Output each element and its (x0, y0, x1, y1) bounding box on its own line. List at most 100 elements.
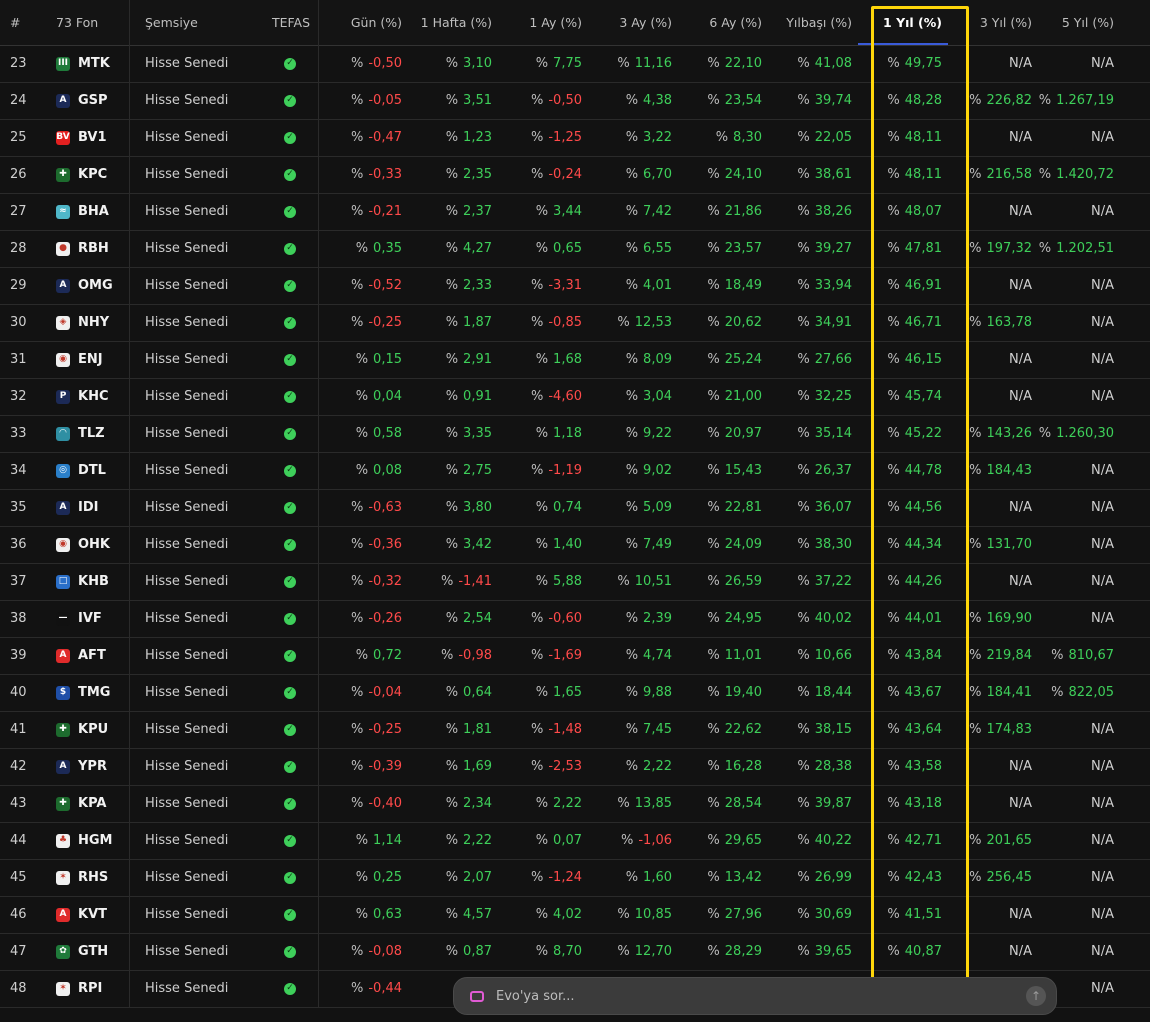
fund-code[interactable]: KHC (78, 389, 109, 404)
fund-code[interactable]: RHS (78, 870, 108, 885)
fund-cell[interactable]: ≈ BHA (56, 193, 128, 230)
fund-code[interactable]: MTK (78, 56, 110, 71)
fund-cell[interactable]: A KVT (56, 896, 128, 933)
table-row[interactable]: 25 BV BV1 Hisse Senedi ✓% -0,47% 1,23% -1,25% 3,… (0, 119, 1150, 157)
fund-code[interactable]: IVF (78, 611, 102, 626)
table-row[interactable]: 31 ◉ ENJ Hisse Senedi ✓% 0,15% 2,91% 1,68% 8,09%… (0, 341, 1150, 379)
table-row[interactable]: 29 A OMG Hisse Senedi ✓% -0,52% 2,33% -3,31% 4,0… (0, 267, 1150, 305)
fund-cell[interactable]: A OMG (56, 267, 128, 304)
fund-code[interactable]: BV1 (78, 130, 107, 145)
fund-cell[interactable]: ◉ OHK (56, 526, 128, 563)
header-year3[interactable]: 3 Yıl (%) (942, 0, 1032, 45)
table-row[interactable]: 36 ◉ OHK Hisse Senedi ✓% -0,36% 3,42% 1,40% 7,49… (0, 526, 1150, 564)
table-row[interactable]: 26 ✚ KPC Hisse Senedi ✓% -0,33% 2,35% -0,24% 6,7… (0, 156, 1150, 194)
header-umbrella[interactable]: Şemsiye (145, 0, 245, 45)
fund-code[interactable]: ENJ (78, 352, 103, 367)
header-index[interactable]: # (10, 0, 40, 45)
fund-cell[interactable]: A YPR (56, 748, 128, 785)
table-row[interactable]: 41 ✚ KPU Hisse Senedi ✓% -0,25% 1,81% -1,48% 7,4… (0, 711, 1150, 749)
fund-cell[interactable]: A IDI (56, 489, 128, 526)
chat-input[interactable] (494, 987, 978, 1005)
table-row[interactable]: 32 P KHC Hisse Senedi ✓% 0,04% 0,91% -4,60% 3,04… (0, 378, 1150, 416)
table-row[interactable]: 44 ♣ HGM Hisse Senedi ✓% 1,14% 2,22% 0,07% -1,06… (0, 822, 1150, 860)
fund-cell[interactable]: ◠ TLZ (56, 415, 128, 452)
table-row[interactable]: 43 ✚ KPA Hisse Senedi ✓% -0,40% 2,34% 2,22% 13,8… (0, 785, 1150, 823)
fund-cell[interactable]: ✿ GTH (56, 933, 128, 970)
fund-code[interactable]: RPI (78, 981, 102, 996)
table-row[interactable]: 46 A KVT Hisse Senedi ✓% 0,63% 4,57% 4,02% 10,85… (0, 896, 1150, 934)
percent-sign: % (445, 685, 459, 700)
fund-code[interactable]: KVT (78, 907, 107, 922)
fund-cell[interactable]: ◈ NHY (56, 304, 128, 341)
header-month6[interactable]: 6 Ay (%) (672, 0, 762, 45)
table-row[interactable]: 23 III MTK Hisse Senedi ✓% -0,50% 3,10% 7,75% 11… (0, 45, 1150, 83)
fund-cell[interactable]: ✶ RPI (56, 970, 128, 1007)
fund-code[interactable]: TLZ (78, 426, 105, 441)
fund-code[interactable]: AFT (78, 648, 106, 663)
fund-cell[interactable]: P KHC (56, 378, 128, 415)
fund-code[interactable]: DTL (78, 463, 106, 478)
fund-cell[interactable]: A GSP (56, 82, 128, 119)
fund-cell[interactable]: ♣ HGM (56, 822, 128, 859)
fund-code[interactable]: HGM (78, 833, 113, 848)
fund-code[interactable]: KPU (78, 722, 108, 737)
arrow-up-icon[interactable]: ↑ (1026, 986, 1046, 1006)
table-row[interactable]: 38 — IVF Hisse Senedi ✓% -0,26% 2,54% -0,60% 2,3… (0, 600, 1150, 638)
header-month1[interactable]: 1 Ay (%) (492, 0, 582, 45)
header-day[interactable]: Gün (%) (320, 0, 402, 45)
table-row[interactable]: 39 A AFT Hisse Senedi ✓% 0,72% -0,98% -1,69% 4,7… (0, 637, 1150, 675)
return-value: 44,78 (904, 463, 942, 478)
fund-cell[interactable]: ✚ KPA (56, 785, 128, 822)
fund-code[interactable]: NHY (78, 315, 109, 330)
table-row[interactable]: 37 □ KHB Hisse Senedi ✓% -0,32% -1,41% 5,88% 10,… (0, 563, 1150, 601)
fund-cell[interactable]: $ TMG (56, 674, 128, 711)
fund-code[interactable]: IDI (78, 500, 98, 515)
header-fund[interactable]: 73 Fon (56, 0, 126, 45)
return-value: 0,72 (373, 648, 402, 663)
return-ytd: % 41,08 (762, 45, 852, 82)
fund-code[interactable]: KPA (78, 796, 106, 811)
fund-code[interactable]: KHB (78, 574, 109, 589)
table-row[interactable]: 35 A IDI Hisse Senedi ✓% -0,63% 3,80% 0,74% 5,09… (0, 489, 1150, 527)
header-tefas[interactable]: TEFAS (250, 0, 310, 45)
percent-sign: % (535, 907, 549, 922)
table-row[interactable]: 45 ✶ RHS Hisse Senedi ✓% 0,25% 2,07% -1,24% 1,60… (0, 859, 1150, 897)
fund-code[interactable]: GTH (78, 944, 108, 959)
fund-code[interactable]: OHK (78, 537, 110, 552)
fund-cell[interactable]: ◉ ENJ (56, 341, 128, 378)
fund-cell[interactable]: □ KHB (56, 563, 128, 600)
return-y3: N/A (942, 193, 1032, 230)
fund-code[interactable]: RBH (78, 241, 109, 256)
fund-cell[interactable]: ✚ KPU (56, 711, 128, 748)
table-row[interactable]: 40 $ TMG Hisse Senedi ✓% -0,04% 0,64% 1,65% 9,88… (0, 674, 1150, 712)
percent-sign: % (797, 500, 810, 515)
table-row[interactable]: 28 ● RBH Hisse Senedi ✓% 0,35% 4,27% 0,65% 6,55%… (0, 230, 1150, 268)
fund-cell[interactable]: BV BV1 (56, 119, 128, 156)
fund-cell[interactable]: ● RBH (56, 230, 128, 267)
fund-cell[interactable]: ◎ DTL (56, 452, 128, 489)
table-row[interactable]: 42 A YPR Hisse Senedi ✓% -0,39% 1,69% -2,53% 2,2… (0, 748, 1150, 786)
fund-code[interactable]: OMG (78, 278, 113, 293)
table-row[interactable]: 30 ◈ NHY Hisse Senedi ✓% -0,25% 1,87% -0,85% 12,… (0, 304, 1150, 342)
fund-cell[interactable]: III MTK (56, 45, 128, 82)
fund-code[interactable]: YPR (78, 759, 107, 774)
header-week1[interactable]: 1 Hafta (%) (402, 0, 492, 45)
table-row[interactable]: 27 ≈ BHA Hisse Senedi ✓% -0,21% 2,37% 3,44% 7,42… (0, 193, 1150, 231)
fund-code[interactable]: GSP (78, 93, 108, 108)
header-year1[interactable]: 1 Yıl (%) (852, 0, 942, 45)
fund-cell[interactable]: A AFT (56, 637, 128, 674)
table-row[interactable]: 33 ◠ TLZ Hisse Senedi ✓% 0,58% 3,35% 1,18% 9,22%… (0, 415, 1150, 453)
fund-cell[interactable]: — IVF (56, 600, 128, 637)
table-row[interactable]: 24 A GSP Hisse Senedi ✓% -0,05% 3,51% -0,50% 4,3… (0, 82, 1150, 120)
header-year5[interactable]: 5 Yıl (%) (1032, 0, 1114, 45)
fund-code[interactable]: TMG (78, 685, 110, 700)
header-ytd[interactable]: Yılbaşı (%) (762, 0, 852, 45)
table-row[interactable]: 34 ◎ DTL Hisse Senedi ✓% 0,08% 2,75% -1,19% 9,02… (0, 452, 1150, 490)
header-month3[interactable]: 3 Ay (%) (582, 0, 672, 45)
fund-cell[interactable]: ✚ KPC (56, 156, 128, 193)
fund-cell[interactable]: ✶ RHS (56, 859, 128, 896)
table-row[interactable]: 47 ✿ GTH Hisse Senedi ✓% -0,08% 0,87% 8,70% 12,7… (0, 933, 1150, 971)
fund-code[interactable]: KPC (78, 167, 107, 182)
chat-bar[interactable]: ↑ (453, 977, 1057, 1015)
fund-code[interactable]: BHA (78, 204, 109, 219)
